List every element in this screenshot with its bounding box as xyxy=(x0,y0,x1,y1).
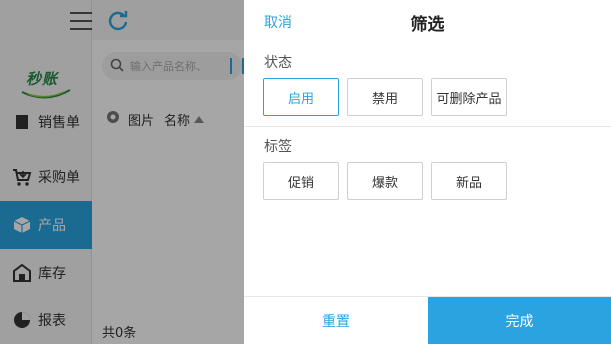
tag-section-label: 标签 xyxy=(264,139,292,155)
drawer-title: 筛选 xyxy=(410,15,445,35)
tag-option-bestseller[interactable]: 爆款 xyxy=(347,162,423,200)
status-option-deletable[interactable]: 可删除产品 xyxy=(431,78,507,116)
tag-option-new[interactable]: 新品 xyxy=(431,162,507,200)
status-option-disabled[interactable]: 禁用 xyxy=(347,78,423,116)
status-option-enabled[interactable]: 启用 xyxy=(263,78,339,116)
drawer-footer: 重置 完成 xyxy=(244,296,611,344)
drawer-header: 取消 筛选 xyxy=(244,0,611,42)
status-section-label: 状态 xyxy=(264,55,292,71)
tag-option-promotion[interactable]: 促销 xyxy=(263,162,339,200)
reset-button[interactable]: 重置 xyxy=(244,297,428,344)
done-button[interactable]: 完成 xyxy=(428,297,611,344)
filter-drawer: 取消 筛选 状态 启用 禁用 可删除产品 标签 促销 爆款 新品 重置 完成 xyxy=(244,0,611,344)
section-divider xyxy=(244,126,611,127)
